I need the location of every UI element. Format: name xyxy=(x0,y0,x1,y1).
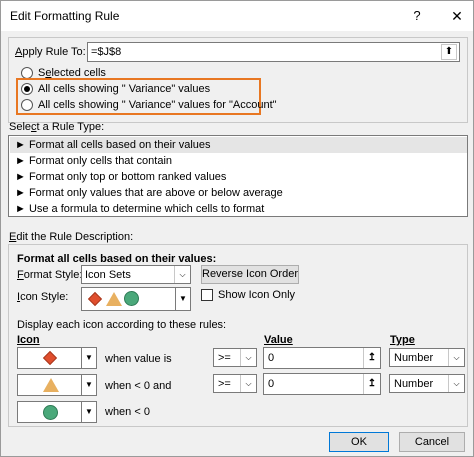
rule-type-label: Select a Rule Type: xyxy=(9,121,105,133)
select-range-icon[interactable]: ↥ xyxy=(363,374,380,394)
rule-row-2-operator-dropdown[interactable]: >= ⌵ xyxy=(213,374,257,393)
rule-type-item-formula[interactable]: ► Use a formula to determine which cells… xyxy=(10,201,467,217)
chevron-down-icon: ⌵ xyxy=(448,349,464,366)
apply-rule-label: Apply Rule To: xyxy=(15,46,86,58)
radio-all-variance-cells-label: All cells showing " Variance" values xyxy=(38,83,211,95)
show-icon-only-checkbox[interactable] xyxy=(201,289,213,301)
rule-row-2-condition: when < 0 and xyxy=(105,380,172,392)
dropdown-arrow-icon: ▼ xyxy=(175,288,190,310)
rule-row-1-operator-dropdown[interactable]: >= ⌵ xyxy=(213,348,257,367)
format-style-label: Format Style: xyxy=(17,269,83,281)
chevron-down-icon: ⌵ xyxy=(174,266,190,283)
rule-type-item-all-cells[interactable]: ► Format all cells based on their values xyxy=(10,137,467,153)
format-style-value: Icon Sets xyxy=(85,269,131,281)
rule-row-1-value-input[interactable]: 0 ↥ xyxy=(263,347,381,369)
radio-variance-by-account-label: All cells showing " Variance" values for… xyxy=(38,99,277,111)
close-icon[interactable]: ✕ xyxy=(447,6,467,26)
dialog-title: Edit Formatting Rule xyxy=(10,9,120,23)
rule-row-1-condition: when value is xyxy=(105,353,172,365)
rule-row-2-value-input[interactable]: 0 ↥ xyxy=(263,373,381,395)
rule-row-2-icon-dropdown[interactable]: ▼ xyxy=(17,374,97,396)
radio-variance-by-account[interactable] xyxy=(21,99,33,111)
column-header-icon: Icon xyxy=(17,334,40,346)
rule-row-2-operator: >= xyxy=(218,378,231,390)
apply-rule-value: =$J$8 xyxy=(91,46,122,58)
icon-style-label: Icon Style: xyxy=(17,291,69,303)
rule-row-1-operator: >= xyxy=(218,352,231,364)
title-bar: Edit Formatting Rule ? ✕ xyxy=(1,1,473,31)
green-circle-icon xyxy=(124,291,139,306)
rule-row-2-type: Number xyxy=(394,378,434,390)
rule-row-3-icon-dropdown[interactable]: ▼ xyxy=(17,401,97,423)
icon-style-dropdown[interactable]: ▼ xyxy=(81,287,191,311)
edit-formatting-rule-dialog: Edit Formatting Rule ? ✕ Apply Rule To: … xyxy=(0,0,474,457)
red-diamond-icon xyxy=(42,350,58,366)
chevron-down-icon: ⌵ xyxy=(240,375,256,392)
rule-row-3-condition: when < 0 xyxy=(105,406,150,418)
rule-type-item-cells-contain[interactable]: ► Format only cells that contain xyxy=(10,153,467,169)
ok-button[interactable]: OK xyxy=(329,432,389,452)
display-rules-label: Display each icon according to these rul… xyxy=(17,319,227,331)
rule-type-item-top-bottom[interactable]: ► Format only top or bottom ranked value… xyxy=(10,169,467,185)
yellow-triangle-icon xyxy=(43,378,59,392)
apply-rule-input[interactable]: =$J$8 ⬆ xyxy=(87,42,460,62)
reverse-icon-order-button[interactable]: Reverse Icon Order xyxy=(201,265,299,284)
rule-type-list: ► Format all cells based on their values… xyxy=(8,135,468,217)
dropdown-arrow-icon: ▼ xyxy=(81,375,96,395)
rule-row-1-type: Number xyxy=(394,352,434,364)
chevron-down-icon: ⌵ xyxy=(240,349,256,366)
dropdown-arrow-icon: ▼ xyxy=(81,348,96,368)
collapse-dialog-icon[interactable]: ⬆ xyxy=(441,44,457,60)
rule-row-1-icon-dropdown[interactable]: ▼ xyxy=(17,347,97,369)
chevron-down-icon: ⌵ xyxy=(448,375,464,392)
select-range-icon[interactable]: ↥ xyxy=(363,348,380,368)
format-style-dropdown[interactable]: Icon Sets ⌵ xyxy=(81,265,191,284)
green-circle-icon xyxy=(43,405,58,420)
cancel-button[interactable]: Cancel xyxy=(399,432,465,452)
radio-all-variance-cells[interactable] xyxy=(21,83,33,95)
rule-description-label: Edit the Rule Description: xyxy=(9,231,134,243)
red-diamond-icon xyxy=(87,291,103,307)
rule-row-1-value: 0 xyxy=(268,352,275,364)
rule-row-2-value: 0 xyxy=(268,378,275,390)
show-icon-only-label: Show Icon Only xyxy=(218,289,296,301)
rule-row-1-type-dropdown[interactable]: Number ⌵ xyxy=(389,348,465,367)
column-header-type: Type xyxy=(390,334,415,346)
dropdown-arrow-icon: ▼ xyxy=(81,402,96,422)
description-heading: Format all cells based on their values: xyxy=(17,253,217,265)
rule-type-item-above-below-average[interactable]: ► Format only values that are above or b… xyxy=(10,185,467,201)
yellow-triangle-icon xyxy=(106,292,122,306)
column-header-value: Value xyxy=(264,334,293,346)
help-icon[interactable]: ? xyxy=(407,6,427,26)
rule-row-2-type-dropdown[interactable]: Number ⌵ xyxy=(389,374,465,393)
